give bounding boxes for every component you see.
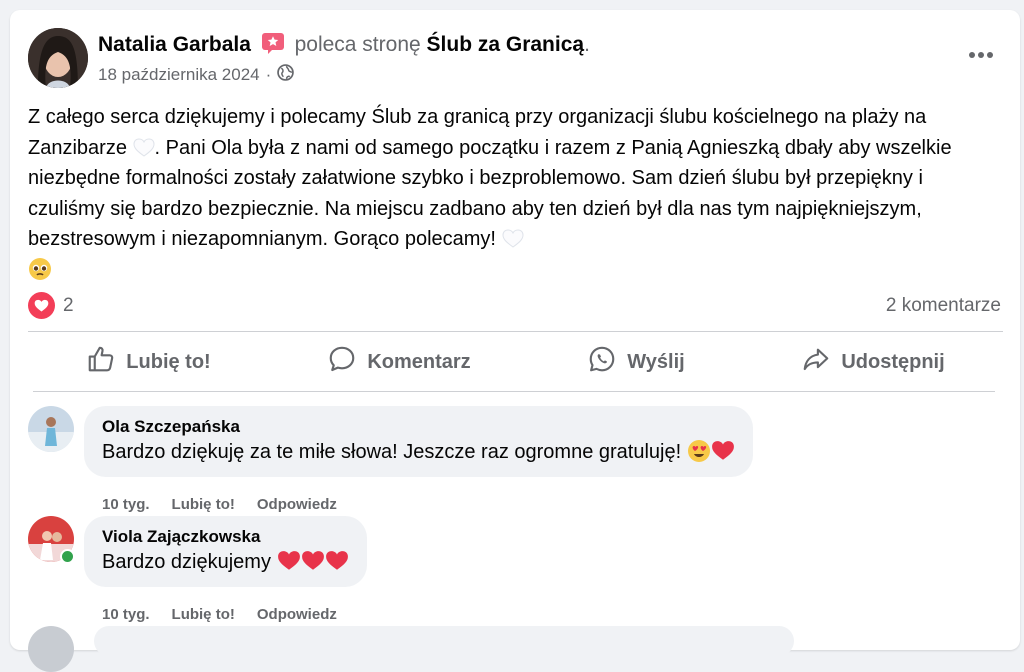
commenter-name[interactable]: Viola Zajączkowska bbox=[102, 526, 349, 548]
send-label: Wyślij bbox=[627, 350, 685, 373]
post-meta: 18 października 2024 · bbox=[98, 64, 295, 86]
comment-like-button[interactable]: Lubię to! bbox=[172, 496, 235, 513]
comment-item: Ola Szczepańska Bardzo dziękuję za te mi… bbox=[28, 406, 928, 516]
comment-reply-button[interactable]: Odpowiedz bbox=[257, 496, 337, 513]
post-date[interactable]: 18 października 2024 bbox=[98, 65, 260, 85]
share-arrow-icon bbox=[801, 344, 831, 380]
comment-time[interactable]: 10 tyg. bbox=[102, 496, 150, 513]
online-status-indicator bbox=[60, 549, 75, 564]
whatsapp-icon bbox=[587, 344, 617, 380]
meta-separator: · bbox=[265, 65, 272, 84]
reaction-count: 2 bbox=[63, 294, 74, 316]
pleading-face-emoji-icon bbox=[28, 257, 52, 281]
thumbs-up-icon bbox=[86, 344, 116, 380]
red-heart-emoji-icon-2 bbox=[301, 550, 325, 572]
more-options-icon[interactable] bbox=[964, 44, 998, 66]
comment-bubble: Ola Szczepańska Bardzo dziękuję za te mi… bbox=[84, 406, 753, 477]
red-heart-emoji-icon-3 bbox=[325, 550, 349, 572]
comment-text-content: Bardzo dziękujemy bbox=[102, 551, 271, 573]
comment-meta: 10 tyg. Lubię to! Odpowiedz bbox=[102, 496, 337, 513]
comment-bubble: Viola Zajączkowska Bardzo dziękujemy bbox=[84, 516, 367, 587]
divider-top bbox=[28, 331, 1003, 332]
red-heart-emoji-icon bbox=[711, 440, 735, 462]
like-button[interactable]: Lubię to! bbox=[72, 338, 224, 386]
comments-count-link[interactable]: 2 komentarze bbox=[886, 295, 1001, 317]
comment-bubble-icon bbox=[327, 344, 357, 380]
comment-label: Komentarz bbox=[367, 350, 471, 373]
header-period: . bbox=[584, 33, 590, 56]
commenter-avatar-partial[interactable] bbox=[28, 626, 74, 672]
comment-text: Bardzo dziękuję za te miłe słowa! Jeszcz… bbox=[102, 438, 735, 466]
comment-text-content: Bardzo dziękuję za te miłe słowa! Jeszcz… bbox=[102, 441, 682, 463]
author-name[interactable]: Natalia Garbala bbox=[98, 33, 251, 56]
comment-time[interactable]: 10 tyg. bbox=[102, 606, 150, 623]
share-button[interactable]: Udostępnij bbox=[787, 338, 958, 386]
comment-bubble-partial bbox=[94, 626, 794, 656]
share-label: Udostępnij bbox=[841, 350, 945, 373]
page-name-link[interactable]: Ślub za Granicą bbox=[427, 33, 585, 56]
commenter-avatar[interactable] bbox=[28, 406, 74, 452]
white-heart-emoji-icon-2 bbox=[502, 228, 524, 248]
post-text-part2: . Pani Ola była z nami od samego początk… bbox=[28, 136, 952, 251]
recommend-badge-icon bbox=[261, 32, 285, 54]
comment-meta: 10 tyg. Lubię to! Odpowiedz bbox=[102, 606, 337, 623]
white-heart-emoji-icon bbox=[132, 137, 155, 157]
heart-eyes-emoji-icon bbox=[687, 439, 711, 463]
comment-reply-button[interactable]: Odpowiedz bbox=[257, 606, 337, 623]
comment-like-button[interactable]: Lubię to! bbox=[172, 606, 235, 623]
comment-button[interactable]: Komentarz bbox=[313, 338, 484, 386]
red-heart-emoji-icon bbox=[277, 550, 301, 572]
globe-icon bbox=[277, 64, 295, 86]
like-label: Lubię to! bbox=[126, 350, 211, 373]
post-body: Z całego serca dziękujemy i polecamy Ślu… bbox=[28, 102, 1003, 285]
recommends-text: poleca stronę bbox=[294, 33, 421, 56]
reactions-summary[interactable]: 2 bbox=[28, 292, 74, 319]
love-reaction-icon bbox=[28, 292, 55, 319]
send-button[interactable]: Wyślij bbox=[573, 338, 698, 386]
author-avatar[interactable] bbox=[28, 28, 88, 88]
action-bar: Lubię to! Komentarz Wyślij Udostępnij bbox=[28, 340, 1003, 384]
comment-text: Bardzo dziękujemy bbox=[102, 548, 349, 576]
comment-item: Viola Zajączkowska Bardzo dziękujemy 10 … bbox=[28, 516, 928, 626]
post-card: Natalia Garbala poleca stronę Ślub za Gr… bbox=[10, 10, 1020, 672]
commenter-name[interactable]: Ola Szczepańska bbox=[102, 416, 735, 438]
divider-bottom bbox=[33, 391, 995, 392]
post-header-line: Natalia Garbala poleca stronę Ślub za Gr… bbox=[98, 32, 590, 58]
